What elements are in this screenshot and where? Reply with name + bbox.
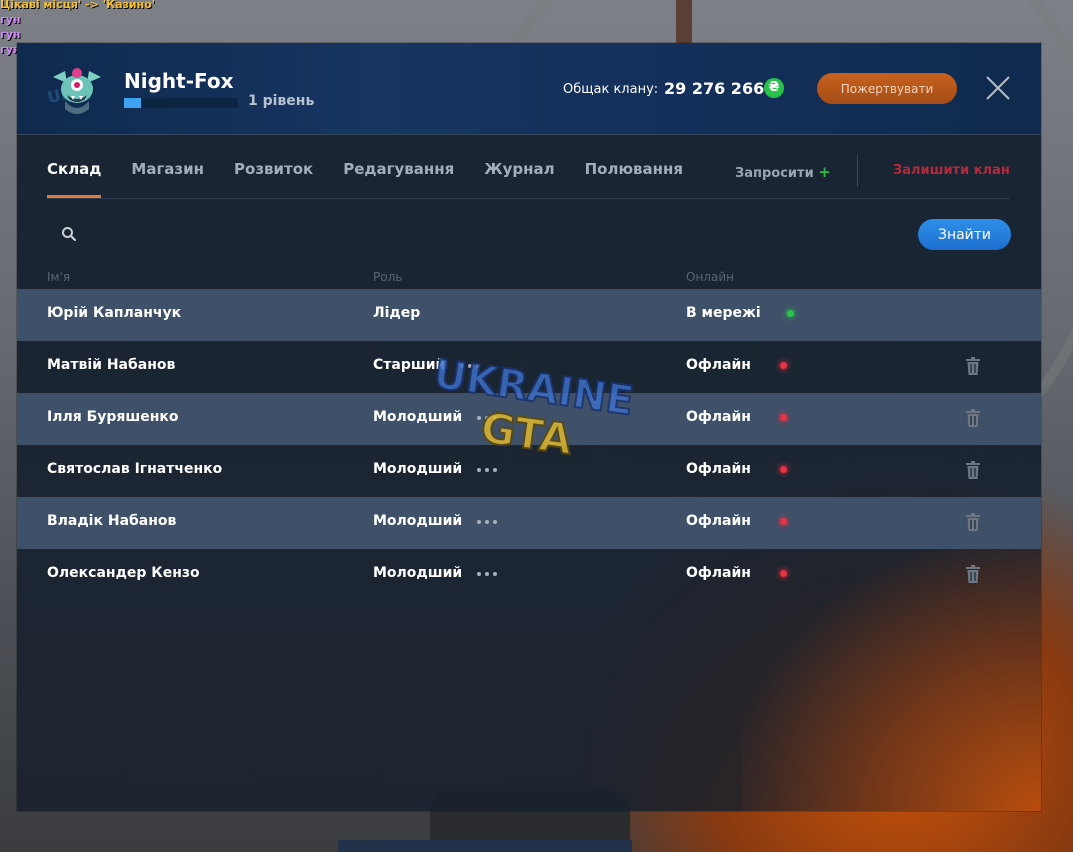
table-row[interactable]: Олександер Кензо Молодший Офлайн	[17, 549, 1041, 601]
tab-storage[interactable]: Склад	[47, 160, 102, 198]
member-status: В мережі	[686, 305, 761, 321]
donate-button[interactable]: Пожертвувати	[817, 73, 957, 104]
background-hud-bar	[338, 840, 632, 852]
status-indicator	[780, 570, 787, 577]
plus-icon: +	[818, 163, 831, 181]
member-role: Молодший	[373, 513, 463, 529]
clan-name: Night-Fox	[124, 69, 234, 93]
table-row[interactable]: Владік Набанов Молодший Офлайн	[17, 497, 1041, 549]
clan-level: 1 рівень	[248, 93, 315, 109]
tabs-divider	[47, 198, 1010, 199]
members-table: Юрій Капланчук Лідер В мережі Матвій Наб…	[17, 289, 1041, 601]
role-menu-icon[interactable]	[477, 565, 499, 579]
table-row[interactable]: Ілля Буряшенко Молодший Офлайн	[17, 393, 1041, 445]
member-name: Ілля Буряшенко	[47, 409, 179, 425]
member-status: Офлайн	[686, 409, 751, 425]
divider	[857, 155, 858, 187]
trash-icon[interactable]	[965, 565, 981, 583]
member-role: Молодший	[373, 409, 463, 425]
role-menu-icon[interactable]	[477, 409, 499, 423]
search-icon	[62, 227, 77, 242]
level-progress-fill	[124, 98, 142, 108]
member-name: Олександер Кензо	[47, 565, 200, 581]
table-row[interactable]: Матвій Набанов Старший Офлайн	[17, 341, 1041, 393]
member-status: Офлайн	[686, 357, 751, 373]
trash-icon[interactable]	[965, 461, 981, 479]
member-name: Юрій Капланчук	[47, 305, 182, 321]
member-role: Лідер	[373, 305, 421, 321]
hryvnia-icon: ₴	[764, 78, 784, 98]
level-progress-bar	[124, 98, 238, 108]
tab-shop[interactable]: Магазин	[131, 160, 204, 198]
column-header-role: Роль	[373, 270, 403, 284]
member-role: Молодший	[373, 461, 463, 477]
balance-label: Общак клану:	[563, 82, 659, 97]
member-name: Владік Набанов	[47, 513, 177, 529]
table-row[interactable]: Юрій Капланчук Лідер В мережі	[17, 289, 1041, 341]
invite-label: Запросити	[735, 166, 814, 181]
status-indicator	[780, 466, 787, 473]
tab-journal[interactable]: Журнал	[484, 160, 554, 198]
status-indicator	[780, 362, 787, 369]
find-button[interactable]: Знайти	[918, 219, 1011, 250]
member-role: Старший	[373, 357, 446, 373]
tab-hunting[interactable]: Полювання	[585, 160, 683, 198]
balance-value: 29 276 266	[664, 79, 765, 98]
clan-logo-icon: UKR	[46, 68, 101, 114]
chat-line: гун	[0, 13, 21, 26]
trash-icon[interactable]	[965, 357, 981, 375]
search-input[interactable]	[47, 216, 907, 252]
clan-panel: UKR Night-Fox 1 рівень Общак клану: 29 2…	[17, 43, 1041, 811]
close-icon[interactable]	[985, 75, 1011, 101]
member-status: Офлайн	[686, 461, 751, 477]
status-indicator	[787, 310, 794, 317]
member-name: Матвій Набанов	[47, 357, 176, 373]
role-menu-icon[interactable]	[477, 461, 499, 475]
role-menu-icon[interactable]	[460, 357, 482, 371]
column-header-online: Онлайн	[686, 270, 734, 284]
clan-header: UKR Night-Fox 1 рівень Общак клану: 29 2…	[17, 43, 1041, 135]
invite-button[interactable]: Запросити +	[735, 163, 831, 181]
member-status: Офлайн	[686, 565, 751, 581]
table-row[interactable]: Святослав Ігнатченко Молодший Офлайн	[17, 445, 1041, 497]
trash-icon[interactable]	[965, 409, 981, 427]
clan-tabs: Склад Магазин Розвиток Редагування Журна…	[47, 160, 713, 198]
status-indicator	[780, 414, 787, 421]
member-name: Святослав Ігнатченко	[47, 461, 223, 477]
tab-editing[interactable]: Редагування	[343, 160, 454, 198]
status-indicator	[780, 518, 787, 525]
chat-line: Цікаві місця' -> 'Казино'	[0, 0, 156, 11]
tab-development[interactable]: Розвиток	[234, 160, 313, 198]
chat-line: гун	[0, 28, 21, 41]
trash-icon[interactable]	[965, 513, 981, 531]
member-status: Офлайн	[686, 513, 751, 529]
column-header-name: Ім'я	[47, 270, 71, 284]
role-menu-icon[interactable]	[477, 513, 499, 527]
leave-clan-button[interactable]: Залишити клан	[893, 163, 1010, 178]
member-role: Молодший	[373, 565, 463, 581]
